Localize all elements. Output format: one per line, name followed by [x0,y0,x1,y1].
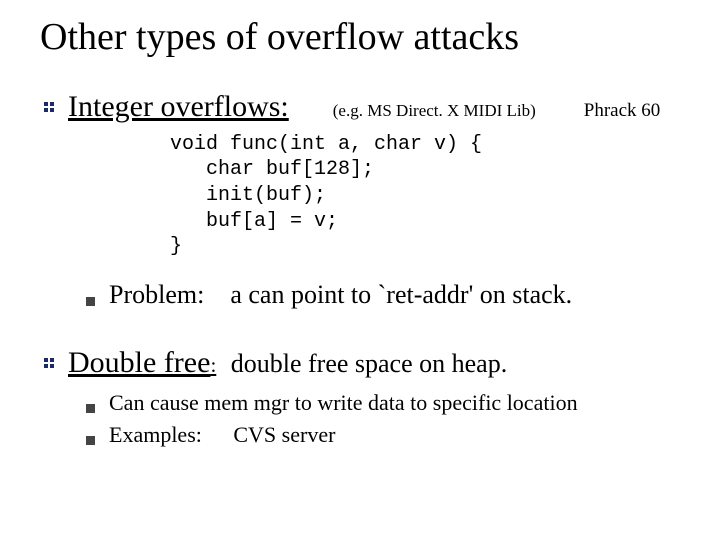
sub-bullet-memmgr: Can cause mem mgr to write data to speci… [86,392,680,414]
section-heading-integer: Integer overflows: [68,90,289,124]
problem-text: a can point to `ret-addr' on stack. [230,280,572,309]
reference-label: Phrack 60 [584,100,661,122]
code-block: void func(int a, char v) { char buf[128]… [170,132,680,260]
slide-title: Other types of overflow attacks [40,18,680,58]
examples-value: CVS server [233,422,335,447]
bullet-integer-overflows: Integer overflows: (e.g. MS Direct. X MI… [40,90,680,124]
double-free-desc: double free space on heap. [231,349,507,378]
square-bullet-icon [86,297,95,306]
sub-bullet-examples: Examples: CVS server [86,424,680,446]
bullet-double-free: Double free: double free space on heap. [40,346,680,380]
problem-label: Problem: [109,280,204,309]
section-heading-double-free: Double free [68,346,210,379]
example-note: (e.g. MS Direct. X MIDI Lib) [333,101,536,121]
examples-label: Examples: [109,422,202,447]
diamond-bullet-icon [40,98,58,116]
memmgr-text: Can cause mem mgr to write data to speci… [109,392,578,414]
square-bullet-icon [86,436,95,445]
diamond-bullet-icon [40,354,58,372]
square-bullet-icon [86,404,95,413]
sub-bullet-problem: Problem: a can point to `ret-addr' on st… [86,280,680,310]
double-free-colon: : [210,353,216,377]
slide: Other types of overflow attacks Integer … [0,0,720,540]
